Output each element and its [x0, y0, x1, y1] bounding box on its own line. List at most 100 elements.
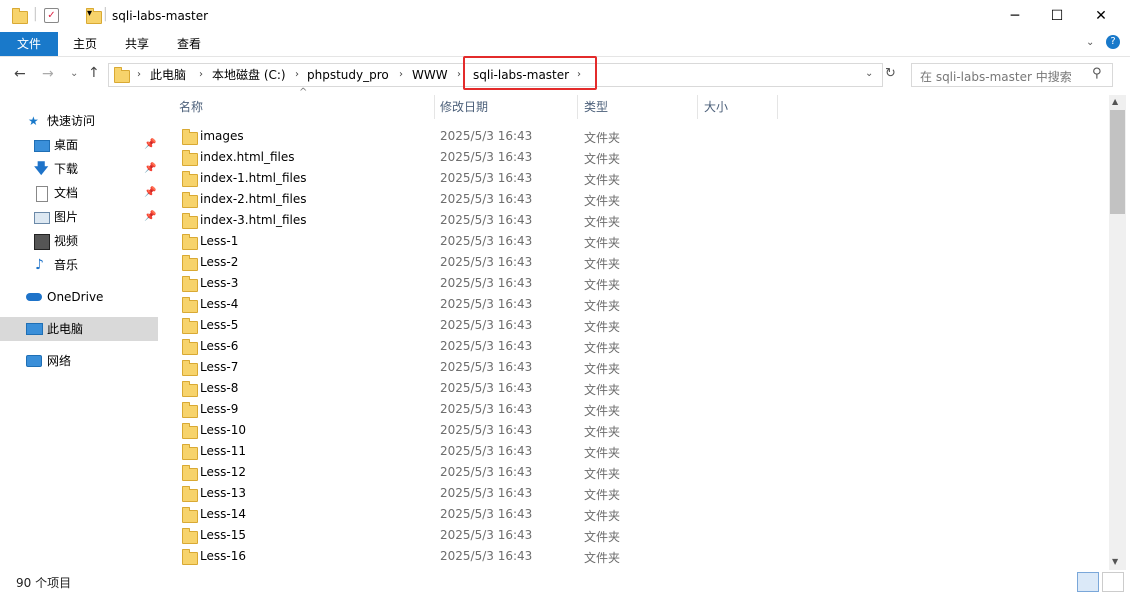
breadcrumb-this-pc[interactable]: 此电脑 [150, 64, 186, 86]
folder-icon [182, 129, 198, 145]
table-row[interactable]: Less-6 2025/5/3 16:43 文件夹 [161, 337, 1109, 358]
breadcrumb-phpstudy[interactable]: phpstudy_pro [307, 64, 389, 86]
file-date: 2025/5/3 16:43 [440, 255, 533, 269]
table-row[interactable]: Less-15 2025/5/3 16:43 文件夹 [161, 526, 1109, 547]
tab-view[interactable]: 查看 [166, 32, 212, 56]
close-button[interactable]: ✕ [1078, 0, 1124, 32]
sidebar-item-this-pc[interactable]: 此电脑 [0, 317, 158, 341]
up-icon[interactable]: ↑ [88, 65, 100, 81]
nav-quick-access[interactable]: ★ 快速访问 [0, 109, 158, 133]
scrollbar-thumb[interactable] [1110, 110, 1125, 214]
table-row[interactable]: Less-3 2025/5/3 16:43 文件夹 [161, 274, 1109, 295]
chevron-right-icon[interactable]: › [457, 64, 461, 86]
table-row[interactable]: Less-16 2025/5/3 16:43 文件夹 [161, 547, 1109, 568]
file-name: Less-4 [200, 297, 239, 311]
column-header-name[interactable]: 名称 [179, 95, 203, 119]
table-row[interactable]: Less-1 2025/5/3 16:43 文件夹 [161, 232, 1109, 253]
pin-icon[interactable]: 📌 [144, 181, 156, 205]
scroll-up-icon[interactable]: ▲ [1112, 97, 1118, 106]
table-row[interactable]: index.html_files 2025/5/3 16:43 文件夹 [161, 148, 1109, 169]
table-row[interactable]: index-3.html_files 2025/5/3 16:43 文件夹 [161, 211, 1109, 232]
sidebar-item-documents[interactable]: 文档 📌 [0, 181, 158, 205]
table-row[interactable]: Less-2 2025/5/3 16:43 文件夹 [161, 253, 1109, 274]
table-row[interactable]: Less-14 2025/5/3 16:43 文件夹 [161, 505, 1109, 526]
file-name: Less-10 [200, 423, 246, 437]
maximize-button[interactable]: ☐ [1034, 0, 1080, 32]
large-icons-view-icon[interactable] [1102, 572, 1124, 592]
chevron-right-icon[interactable]: › [399, 64, 403, 86]
sidebar-item-onedrive[interactable]: OneDrive [0, 285, 158, 309]
divider: | [103, 6, 108, 22]
table-row[interactable]: Less-4 2025/5/3 16:43 文件夹 [161, 295, 1109, 316]
table-row[interactable]: Less-13 2025/5/3 16:43 文件夹 [161, 484, 1109, 505]
file-date: 2025/5/3 16:43 [440, 444, 533, 458]
tab-share[interactable]: 共享 [114, 32, 160, 56]
help-icon[interactable]: ? [1106, 35, 1120, 49]
file-type: 文件夹 [584, 320, 621, 334]
column-divider[interactable] [697, 95, 698, 119]
minimize-button[interactable]: ─ [992, 0, 1038, 32]
file-name: index-1.html_files [200, 171, 307, 185]
column-divider[interactable] [777, 95, 778, 119]
pin-icon[interactable]: 📌 [144, 205, 156, 229]
file-name: Less-5 [200, 318, 239, 332]
sidebar-item-videos[interactable]: 视频 [0, 229, 158, 253]
breadcrumb-www[interactable]: WWW [412, 64, 448, 86]
tab-file[interactable]: 文件 [0, 32, 58, 56]
chevron-right-icon[interactable]: › [137, 64, 141, 86]
table-row[interactable]: Less-5 2025/5/3 16:43 文件夹 [161, 316, 1109, 337]
details-view-icon[interactable] [1077, 572, 1099, 592]
item-count: 90 个项目 [16, 576, 72, 590]
table-row[interactable]: images 2025/5/3 16:43 文件夹 [161, 127, 1109, 148]
file-name: Less-12 [200, 465, 246, 479]
file-date: 2025/5/3 16:43 [440, 192, 533, 206]
breadcrumb-local-disk[interactable]: 本地磁盘 (C:) [212, 64, 286, 86]
search-input[interactable]: 在 sqli-labs-master 中搜索 [920, 68, 1072, 85]
expand-ribbon-icon[interactable]: ⌄ [1086, 37, 1094, 48]
table-row[interactable]: index-2.html_files 2025/5/3 16:43 文件夹 [161, 190, 1109, 211]
recent-locations-icon[interactable]: ⌄ [70, 68, 78, 79]
table-row[interactable]: Less-11 2025/5/3 16:43 文件夹 [161, 442, 1109, 463]
table-row[interactable]: Less-8 2025/5/3 16:43 文件夹 [161, 379, 1109, 400]
folder-icon [182, 549, 198, 565]
status-bar: 90 个项目 [0, 570, 1130, 592]
folder-icon [182, 444, 198, 460]
sidebar-item-pictures[interactable]: 图片 📌 [0, 205, 158, 229]
search-icon[interactable]: ⚲ [1092, 66, 1102, 81]
back-icon[interactable]: ← [14, 66, 26, 82]
table-row[interactable]: Less-7 2025/5/3 16:43 文件夹 [161, 358, 1109, 379]
column-divider[interactable] [577, 95, 578, 119]
table-row[interactable]: Less-9 2025/5/3 16:43 文件夹 [161, 400, 1109, 421]
sidebar-item-network[interactable]: 网络 [0, 349, 158, 373]
table-row[interactable]: Less-12 2025/5/3 16:43 文件夹 [161, 463, 1109, 484]
address-dropdown-icon[interactable]: ⌄ [865, 68, 873, 79]
folder-icon [182, 255, 198, 271]
search-box[interactable]: 在 sqli-labs-master 中搜索 ⚲ [911, 63, 1113, 87]
refresh-icon[interactable]: ↻ [885, 66, 896, 81]
chevron-right-icon[interactable]: › [199, 64, 203, 86]
column-header-size[interactable]: 大小 [704, 95, 728, 119]
tab-home[interactable]: 主页 [62, 32, 108, 56]
forward-icon[interactable]: → [42, 66, 54, 82]
chevron-right-icon[interactable]: › [295, 64, 299, 86]
file-type: 文件夹 [584, 404, 621, 418]
computer-icon [26, 323, 43, 335]
download-icon: 🡇 [34, 161, 49, 177]
column-header-modified[interactable]: 修改日期 [440, 95, 488, 119]
properties-icon[interactable]: ✓ [44, 8, 59, 23]
file-type: 文件夹 [584, 194, 621, 208]
sidebar-item-downloads[interactable]: 🡇 下载 📌 [0, 157, 158, 181]
scroll-down-icon[interactable]: ▼ [1112, 557, 1118, 566]
sidebar-item-desktop[interactable]: 桌面 📌 [0, 133, 158, 157]
sidebar-item-music[interactable]: ♪ 音乐 [0, 253, 158, 277]
nav-item-label: OneDrive [47, 290, 104, 304]
column-divider[interactable] [434, 95, 435, 119]
customize-toolbar-icon[interactable]: ▾ [87, 8, 92, 19]
table-row[interactable]: index-1.html_files 2025/5/3 16:43 文件夹 [161, 169, 1109, 190]
pin-icon[interactable]: 📌 [144, 157, 156, 181]
file-date: 2025/5/3 16:43 [440, 150, 533, 164]
pin-icon[interactable]: 📌 [144, 133, 156, 157]
column-header-type[interactable]: 类型 [584, 95, 608, 119]
file-date: 2025/5/3 16:43 [440, 360, 533, 374]
table-row[interactable]: Less-10 2025/5/3 16:43 文件夹 [161, 421, 1109, 442]
